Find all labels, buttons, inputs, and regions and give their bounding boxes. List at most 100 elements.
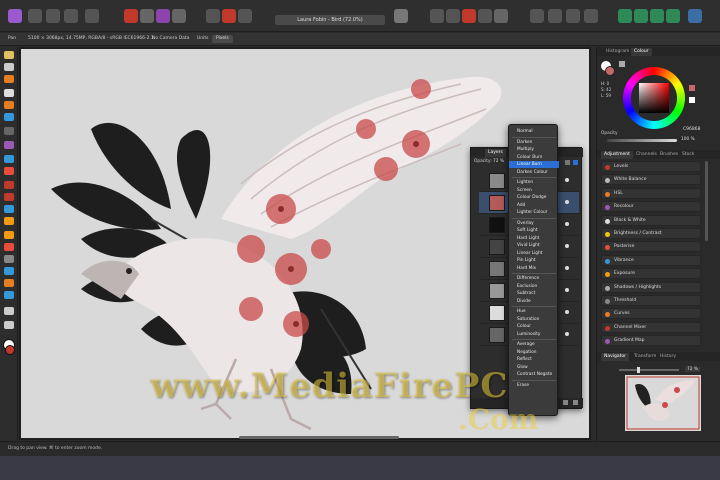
tab-adjustment[interactable]: Adjustment bbox=[601, 151, 633, 159]
navigator-preview[interactable] bbox=[625, 375, 701, 431]
adjustment-item[interactable]: Channel Mixer bbox=[601, 321, 701, 333]
dodge-icon[interactable] bbox=[4, 193, 14, 201]
gear-icon[interactable] bbox=[565, 160, 570, 165]
persona-icon[interactable] bbox=[28, 9, 42, 23]
blend-mode-item[interactable]: Saturation bbox=[509, 316, 559, 323]
ungroup-icon[interactable] bbox=[650, 9, 664, 23]
blend-mode-item[interactable]: Overlay bbox=[509, 220, 559, 227]
visibility-icon[interactable] bbox=[565, 200, 569, 204]
align-left-icon[interactable] bbox=[530, 9, 544, 23]
blend-mode-item[interactable]: Colour Dodge bbox=[509, 194, 559, 201]
user-icon[interactable] bbox=[688, 9, 702, 23]
visibility-icon[interactable] bbox=[565, 244, 569, 248]
distribute-icon[interactable] bbox=[584, 9, 598, 23]
blend-mode-item[interactable]: Vivid Light bbox=[509, 242, 559, 249]
opacity-slider[interactable] bbox=[607, 139, 677, 142]
clone-icon[interactable] bbox=[4, 205, 14, 213]
adjustment-item[interactable]: Posterise bbox=[601, 241, 701, 253]
tab-transform[interactable]: Transform bbox=[631, 353, 659, 361]
blend-mode-item[interactable]: Pin Light bbox=[509, 257, 559, 264]
opacity-value[interactable]: 100 % bbox=[681, 137, 695, 142]
tab-layers[interactable]: Layers bbox=[485, 149, 506, 157]
blend-mode-item[interactable]: Screen bbox=[509, 187, 559, 194]
colour-picker-icon[interactable] bbox=[4, 75, 14, 83]
view-tool-icon[interactable] bbox=[4, 307, 14, 315]
selection-brush-icon[interactable] bbox=[4, 113, 14, 121]
crop-tool-icon[interactable] bbox=[4, 89, 14, 97]
gradient-icon[interactable] bbox=[4, 155, 14, 163]
blend-mode-item[interactable]: Average bbox=[509, 341, 559, 348]
blend-mode-item[interactable]: Lighten bbox=[509, 179, 559, 186]
adjustment-item[interactable]: Black & White bbox=[601, 214, 701, 226]
pen-tool-icon[interactable] bbox=[4, 255, 14, 263]
saturation-square[interactable] bbox=[639, 83, 669, 113]
blend-mode-item[interactable]: Luminosity bbox=[509, 331, 559, 338]
lock-icon[interactable] bbox=[573, 160, 578, 165]
text-tool-icon[interactable] bbox=[4, 291, 14, 299]
develop-persona-icon[interactable] bbox=[64, 9, 78, 23]
blend-mode-item[interactable]: Negation bbox=[509, 349, 559, 356]
move-tool-icon[interactable] bbox=[4, 63, 14, 71]
adjustment-item[interactable]: Recolour bbox=[601, 201, 701, 213]
tab-histogram[interactable]: Histogram bbox=[603, 48, 632, 56]
shape-tool-icon[interactable] bbox=[4, 279, 14, 287]
node-tool-icon[interactable] bbox=[4, 267, 14, 275]
blend-mode-menu[interactable]: Normal Darken Multiply Colour Burn Linear Bu… bbox=[508, 124, 559, 416]
intersect-icon[interactable] bbox=[478, 9, 492, 23]
tab-brushes[interactable]: Brushes bbox=[657, 151, 681, 159]
snap-icon[interactable] bbox=[238, 9, 252, 23]
adjustment-item[interactable]: Levels bbox=[601, 161, 701, 172]
paint-brush-icon[interactable] bbox=[4, 101, 14, 109]
rect-select-icon[interactable] bbox=[446, 9, 460, 23]
auto-levels-icon[interactable] bbox=[140, 9, 154, 23]
units-dropdown[interactable]: Pixels bbox=[212, 35, 233, 43]
blend-mode-item[interactable]: Lighter Colour bbox=[509, 209, 559, 216]
zoom-tool-icon[interactable] bbox=[4, 321, 14, 329]
inpainting-icon[interactable] bbox=[4, 231, 14, 239]
blend-mode-item[interactable]: Colour bbox=[509, 323, 559, 330]
group-icon[interactable] bbox=[634, 9, 648, 23]
blend-mode-item[interactable]: Exclusion bbox=[509, 283, 559, 290]
blend-mode-item[interactable]: Subtract bbox=[509, 290, 559, 297]
primary-colour-swatch[interactable] bbox=[5, 345, 15, 355]
zoom-slider[interactable] bbox=[619, 367, 679, 373]
erase-icon[interactable] bbox=[4, 181, 14, 189]
blend-mode-item[interactable]: Reflect bbox=[509, 356, 559, 363]
marquee-icon[interactable] bbox=[4, 127, 14, 135]
adjustment-item[interactable]: White Balance bbox=[601, 174, 701, 186]
brush-icon[interactable] bbox=[4, 167, 14, 175]
visibility-icon[interactable] bbox=[565, 266, 569, 270]
tab-channels[interactable]: Channels bbox=[633, 151, 660, 159]
blend-mode-item[interactable]: Linear Light bbox=[509, 250, 559, 257]
view-mode-icon[interactable] bbox=[124, 9, 138, 23]
visibility-icon[interactable] bbox=[565, 288, 569, 292]
blend-mode-item[interactable]: Hard Mix bbox=[509, 265, 559, 272]
selection-mode-icon[interactable] bbox=[462, 9, 476, 23]
visibility-icon[interactable] bbox=[565, 222, 569, 226]
quick-mask-icon[interactable] bbox=[394, 9, 408, 23]
group-layers-icon[interactable] bbox=[563, 400, 568, 405]
adjustment-item[interactable]: HSL bbox=[601, 187, 701, 199]
selection-icon[interactable] bbox=[430, 9, 444, 23]
tab-colour[interactable]: Colour bbox=[631, 48, 652, 56]
assistant-icon[interactable] bbox=[494, 9, 508, 23]
blend-mode-item[interactable]: Erase bbox=[509, 382, 559, 389]
blend-mode-item[interactable]: Normal bbox=[509, 128, 559, 135]
blend-mode-item[interactable]: Soft Light bbox=[509, 227, 559, 234]
tab-navigator[interactable]: Navigator bbox=[601, 353, 630, 361]
adjustment-item[interactable]: Brightness / Contrast bbox=[601, 228, 701, 239]
adjustment-item[interactable]: Vibrance bbox=[601, 254, 701, 266]
document-title[interactable]: Laura Fobin - Bird (72.0%) bbox=[275, 15, 385, 25]
adjustment-scrollbar[interactable] bbox=[705, 161, 708, 241]
visibility-icon[interactable] bbox=[565, 178, 569, 182]
auto-colour-icon[interactable] bbox=[156, 9, 170, 23]
horizontal-scrollbar[interactable] bbox=[239, 436, 399, 439]
export-persona-icon[interactable] bbox=[85, 9, 99, 23]
red-eye-icon[interactable] bbox=[4, 243, 14, 251]
visibility-icon[interactable] bbox=[565, 332, 569, 336]
order-icon[interactable] bbox=[206, 9, 220, 23]
opacity-value[interactable]: 72 % bbox=[493, 159, 504, 164]
blend-mode-item[interactable]: Contrast Negate bbox=[509, 371, 559, 378]
flood-fill-icon[interactable] bbox=[4, 141, 14, 149]
primary-swatch[interactable] bbox=[605, 66, 615, 76]
